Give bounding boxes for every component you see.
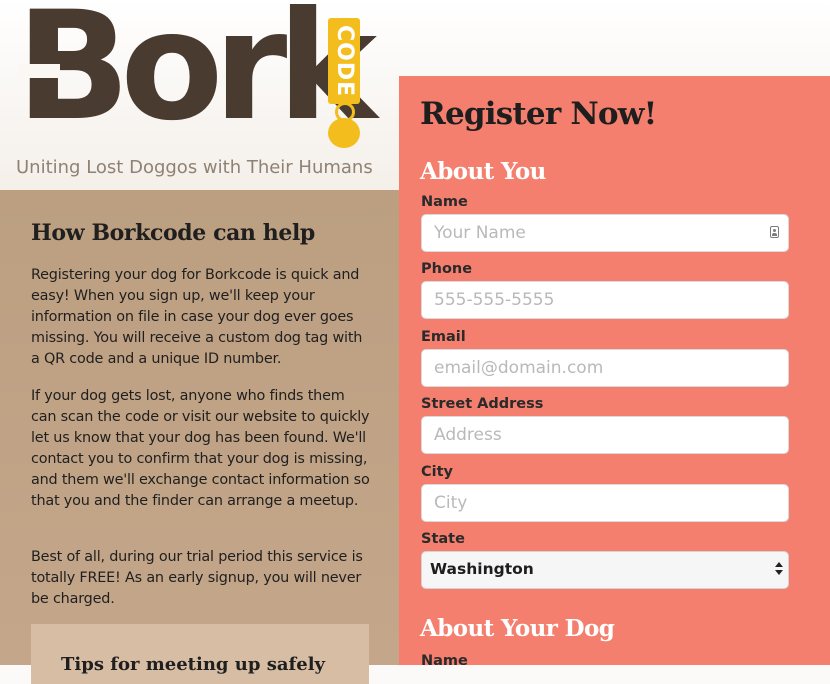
about-your-dog-heading: About Your Dog bbox=[420, 615, 615, 642]
info-paragraph: If your dog gets lost, anyone who finds … bbox=[31, 388, 370, 509]
email-input[interactable] bbox=[421, 349, 789, 387]
city-label: City bbox=[421, 464, 453, 480]
dog-name-label: Name bbox=[421, 653, 468, 669]
email-label: Email bbox=[421, 329, 466, 345]
dog-tag-disk-icon bbox=[328, 118, 360, 148]
info-paragraph: Best of all, during our trial period thi… bbox=[31, 549, 363, 607]
state-selected-value: Washington bbox=[430, 560, 534, 578]
state-label: State bbox=[421, 531, 465, 547]
borkcode-logo[interactable]: Bork CODE bbox=[12, 0, 377, 154]
logo-b-notch bbox=[18, 64, 60, 78]
logo-code-text: CODE bbox=[332, 24, 357, 98]
phone-input[interactable] bbox=[421, 281, 789, 319]
city-input[interactable] bbox=[421, 484, 789, 522]
about-you-heading: About You bbox=[420, 158, 546, 185]
name-input[interactable] bbox=[421, 214, 789, 252]
info-panel: How Borkcode can help Registering your d… bbox=[0, 190, 399, 684]
info-paragraph: Registering your dog for Borkcode is qui… bbox=[31, 267, 363, 367]
registration-form: Register Now! About You Name Phone Email… bbox=[399, 76, 830, 669]
state-select[interactable]: Washington bbox=[421, 551, 789, 589]
tips-box: Tips for meeting up safely bbox=[31, 624, 369, 684]
tagline: Uniting Lost Doggos with Their Humans bbox=[16, 157, 373, 178]
street-address-label: Street Address bbox=[421, 396, 544, 412]
phone-label: Phone bbox=[421, 261, 473, 277]
name-field-wrapper bbox=[421, 214, 789, 252]
contact-card-icon[interactable] bbox=[770, 226, 779, 238]
street-address-input[interactable] bbox=[421, 416, 789, 454]
select-arrows-icon bbox=[775, 560, 783, 578]
name-label: Name bbox=[421, 194, 468, 210]
form-title: Register Now! bbox=[420, 96, 657, 132]
logo-wordmark: Bork bbox=[16, 0, 377, 154]
info-heading: How Borkcode can help bbox=[31, 220, 315, 246]
